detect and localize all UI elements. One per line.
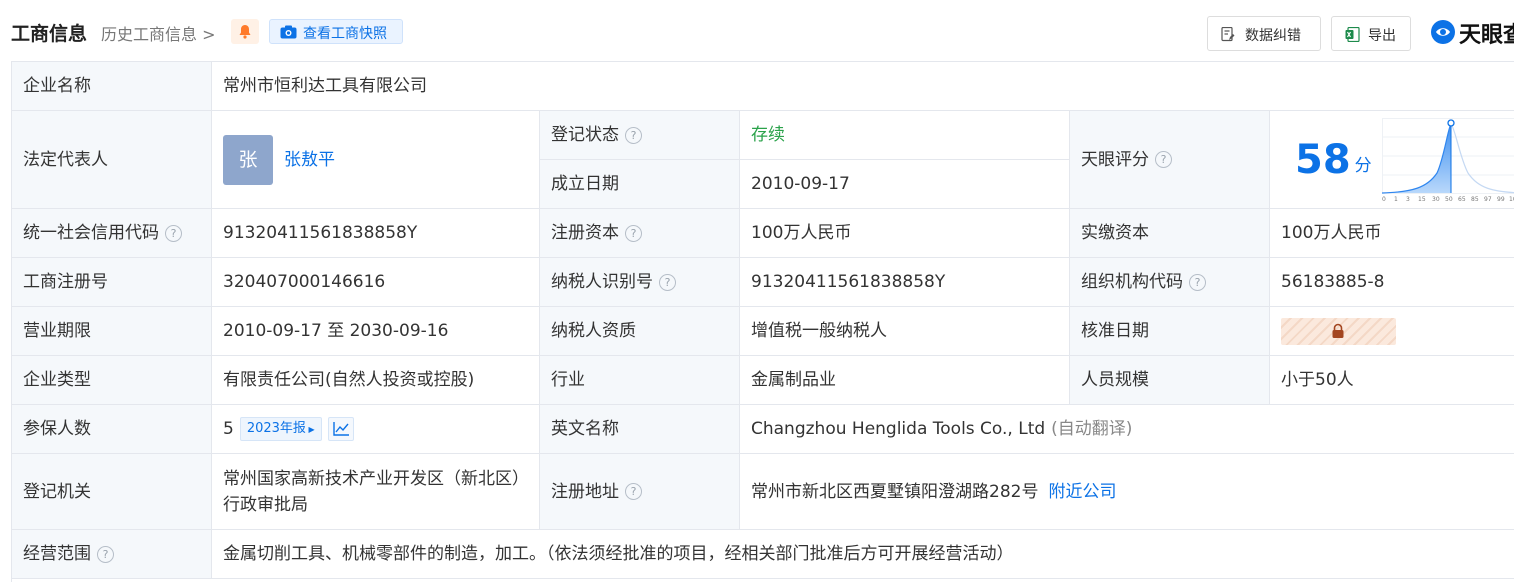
address-label: 注册地址? <box>540 454 740 530</box>
english-name-label: 英文名称 <box>540 405 740 454</box>
taxpayer-type-label: 纳税人资质 <box>540 307 740 356</box>
approve-date-label: 核准日期 <box>1070 307 1270 356</box>
staff-value: 小于50人 <box>1270 356 1514 405</box>
section-title: 工商信息 <box>11 23 88 45</box>
axis-tick: 50 <box>1445 196 1453 202</box>
business-info-table: 企业名称 常州市恒利达工具有限公司 法定代表人 张 张敖平 登记状态? 存续 成… <box>11 61 1514 582</box>
approve-date-value <box>1270 307 1514 356</box>
reg-no-label: 工商注册号 <box>12 258 212 307</box>
locked-content-button[interactable] <box>1281 317 1396 345</box>
axis-tick: 3 <box>1406 196 1410 202</box>
status-badge: 存续 <box>751 125 785 145</box>
score-value[interactable]: 58 分 0 1 3 15 30 50 65 85 97 99 100 <box>1270 111 1514 209</box>
insured-value: 5 2023年报 ▶ <box>212 405 540 454</box>
history-label: 历史工商信息 <box>101 25 198 44</box>
legal-rep-label: 法定代表人 <box>12 111 212 209</box>
scope-label: 经营范围? <box>12 530 212 579</box>
export-label: 导出 <box>1368 28 1396 44</box>
score-number: 58 <box>1295 136 1351 183</box>
document-edit-icon <box>1221 27 1235 42</box>
reg-no-value: 320407000146616 <box>212 258 540 307</box>
scope-value: 金属切削工具、机械零部件的制造，加工。（依法须经批准的项目，经相关部门批准后方可… <box>212 530 1514 579</box>
history-link[interactable]: 历史工商信息 > <box>101 21 216 45</box>
camera-icon <box>280 25 297 39</box>
chevron-right-icon: > <box>197 25 216 44</box>
type-label: 企业类型 <box>12 356 212 405</box>
axis-tick: 99 <box>1497 196 1505 202</box>
logo-icon <box>1431 20 1455 44</box>
found-date-value: 2010-09-17 <box>740 160 1070 209</box>
axis-tick: 100 <box>1509 196 1514 202</box>
help-icon[interactable]: ? <box>625 224 642 242</box>
annual-report-button[interactable]: 2023年报 ▶ <box>239 417 322 441</box>
axis-tick: 0 <box>1382 196 1386 202</box>
axis-tick: 85 <box>1471 196 1479 202</box>
help-icon[interactable]: ? <box>625 126 642 144</box>
help-icon[interactable]: ? <box>659 273 676 291</box>
axis-tick: 30 <box>1432 196 1440 202</box>
legal-rep-link[interactable]: 张敖平 <box>284 148 335 172</box>
lock-icon <box>1332 323 1344 338</box>
snapshot-label: 查看工商快照 <box>303 26 387 42</box>
help-icon[interactable]: ? <box>97 545 114 563</box>
org-code-label: 组织机构代码? <box>1070 258 1270 307</box>
excel-icon <box>1345 27 1360 42</box>
org-code-value: 56183885-8 <box>1270 258 1514 307</box>
industry-value: 金属制品业 <box>740 356 1070 405</box>
axis-tick: 97 <box>1484 196 1492 202</box>
score-label: 天眼评分? <box>1070 111 1270 209</box>
reg-capital-value: 100万人民币 <box>740 209 1070 258</box>
industry-label: 行业 <box>540 356 740 405</box>
taxpayer-id-label: 纳税人识别号? <box>540 258 740 307</box>
axis-tick: 1 <box>1394 196 1398 202</box>
bell-icon <box>239 25 251 39</box>
authority-value: 常州国家高新技术产业开发区（新北区）行政审批局 <box>212 454 540 530</box>
term-label: 营业期限 <box>12 307 212 356</box>
found-date-label: 成立日期 <box>540 160 740 209</box>
line-chart-icon <box>332 422 349 436</box>
english-name-value: Changzhou Henglida Tools Co., Ltd (自动翻译) <box>740 405 1514 454</box>
help-icon[interactable]: ? <box>1155 151 1172 168</box>
paid-capital-value: 100万人民币 <box>1270 209 1514 258</box>
address-value: 常州市新北区西夏墅镇阳澄湖路282号 附近公司 <box>740 454 1514 530</box>
type-value: 有限责任公司(自然人投资或控股) <box>212 356 540 405</box>
trend-chart-button[interactable] <box>327 417 354 441</box>
score-unit: 分 <box>1354 155 1372 176</box>
monitor-button[interactable] <box>231 19 259 44</box>
staff-label: 人员规模 <box>1070 356 1270 405</box>
insured-label: 参保人数 <box>12 405 212 454</box>
nearby-companies-link[interactable]: 附近公司 <box>1048 480 1116 504</box>
taxpayer-id-value: 91320411561838858Y <box>740 258 1070 307</box>
logo-text: 天眼查 <box>1459 23 1514 48</box>
export-button[interactable]: 导出 <box>1331 16 1411 51</box>
help-icon[interactable]: ? <box>165 224 182 242</box>
insured-count: 5 <box>223 419 234 439</box>
axis-tick: 15 <box>1418 196 1426 202</box>
credit-code-value: 91320411561838858Y <box>212 209 540 258</box>
snapshot-button[interactable]: 查看工商快照 <box>269 19 403 44</box>
auto-translate-note: (自动翻译) <box>1051 419 1133 439</box>
paid-capital-label: 实缴资本 <box>1070 209 1270 258</box>
authority-label: 登记机关 <box>12 454 212 530</box>
help-icon[interactable]: ? <box>1189 273 1206 291</box>
triangle-right-icon: ▶ <box>305 425 315 434</box>
reg-capital-label: 注册资本? <box>540 209 740 258</box>
section-header: 工商信息 历史工商信息 > 查看工商快照 数据纠错 导出 天眼查 <box>0 0 1514 62</box>
avatar[interactable]: 张 <box>223 134 273 185</box>
reg-status-value: 存续 <box>740 111 1070 160</box>
credit-code-label: 统一社会信用代码? <box>12 209 212 258</box>
reg-status-label: 登记状态? <box>540 111 740 160</box>
help-icon[interactable]: ? <box>625 483 642 500</box>
company-name-label: 企业名称 <box>12 62 212 111</box>
data-correct-button[interactable]: 数据纠错 <box>1207 16 1321 51</box>
data-correct-label: 数据纠错 <box>1245 28 1301 44</box>
axis-tick: 65 <box>1458 196 1466 202</box>
company-name-value: 常州市恒利达工具有限公司 <box>212 62 1514 111</box>
taxpayer-type-value: 增值税一般纳税人 <box>740 307 1070 356</box>
score-distribution-chart: 0 1 3 15 30 50 65 85 97 99 100 <box>1382 118 1514 202</box>
term-value: 2010-09-17 至 2030-09-16 <box>212 307 540 356</box>
legal-rep-value: 张 张敖平 <box>212 111 540 209</box>
